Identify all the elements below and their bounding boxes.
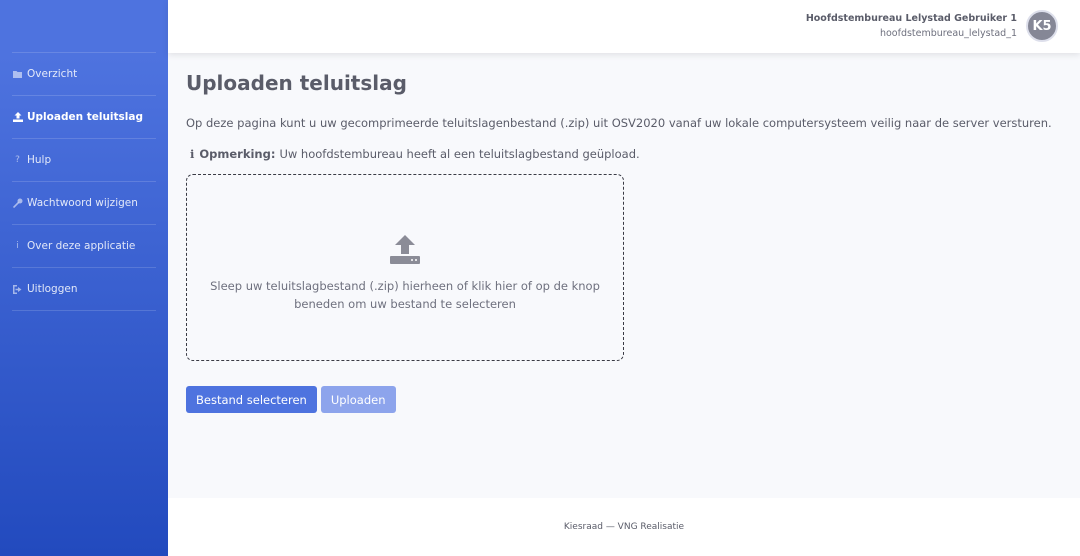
question-icon: ?: [15, 155, 20, 165]
footer-text: Kiesraad — VNG Realisatie: [563, 522, 685, 532]
user-login: hoofdstembureau_lelystad_1: [879, 28, 1017, 39]
sidebar-item-uitloggen[interactable]: Uitloggen: [12, 268, 156, 311]
upload-icon: [390, 234, 420, 264]
footer: Kiesraad — VNG Realisatie: [168, 498, 1080, 556]
sidebar-brand-area: [12, 0, 156, 53]
dropzone-text: Sleep uw teluitslagbestand (.zip) hierhe…: [210, 278, 600, 311]
topbar: Hoofdstembureau Lelystad Gebruiker 1 hoo…: [168, 0, 1080, 53]
sidebar-item-label: Over deze applicatie: [27, 240, 136, 252]
upload-button[interactable]: Uploaden: [320, 386, 396, 413]
intro-text: Op deze pagina kunt u uw gecomprimeerde …: [186, 116, 1052, 130]
note: i Opmerking: Uw hoofdstembureau heeft al…: [186, 147, 1060, 161]
sidebar-item-label: Overzicht: [27, 68, 78, 80]
info-icon: i: [190, 147, 195, 161]
sidebar-item-label: Uploaden teluitslag: [27, 111, 143, 123]
info-icon: i: [16, 241, 19, 251]
sidebar-item-overzicht[interactable]: Overzicht: [12, 53, 156, 96]
note-label: Opmerking:: [199, 147, 276, 161]
sidebar-item-hulp[interactable]: ? Hulp: [12, 139, 156, 182]
sidebar-item-label: Wachtwoord wijzigen: [27, 197, 138, 209]
page-title: Uploaden teluitslag: [186, 71, 407, 95]
button-row: Bestand selecteren Uploaden: [186, 386, 396, 413]
sidebar-item-uploaden-teluitslag[interactable]: Uploaden teluitslag: [12, 96, 156, 139]
upload-dropzone[interactable]: Sleep uw teluitslagbestand (.zip) hierhe…: [186, 174, 624, 361]
sidebar-item-label: Hulp: [27, 154, 52, 166]
folder-icon: [12, 70, 23, 78]
sidebar: Overzicht Uploaden teluitslag ? Hulp Wac…: [0, 0, 168, 556]
upload-icon: [12, 112, 23, 122]
select-file-button[interactable]: Bestand selecteren: [186, 386, 317, 413]
sidebar-item-over-deze-applicatie[interactable]: i Over deze applicatie: [12, 225, 156, 268]
note-text: Uw hoofdstembureau heeft al een teluitsl…: [279, 147, 640, 161]
sidebar-nav: Overzicht Uploaden teluitslag ? Hulp Wac…: [0, 53, 168, 311]
user-menu[interactable]: Hoofdstembureau Lelystad Gebruiker 1 hoo…: [806, 13, 1017, 39]
sign-out-icon: [12, 284, 23, 294]
avatar[interactable]: K5: [1026, 10, 1058, 42]
key-icon: [12, 198, 23, 208]
user-name: Hoofdstembureau Lelystad Gebruiker 1: [805, 13, 1017, 24]
sidebar-item-wachtwoord-wijzigen[interactable]: Wachtwoord wijzigen: [12, 182, 156, 225]
main-content: Uploaden teluitslag Op deze pagina kunt …: [186, 68, 1060, 413]
sidebar-item-label: Uitloggen: [27, 283, 78, 295]
